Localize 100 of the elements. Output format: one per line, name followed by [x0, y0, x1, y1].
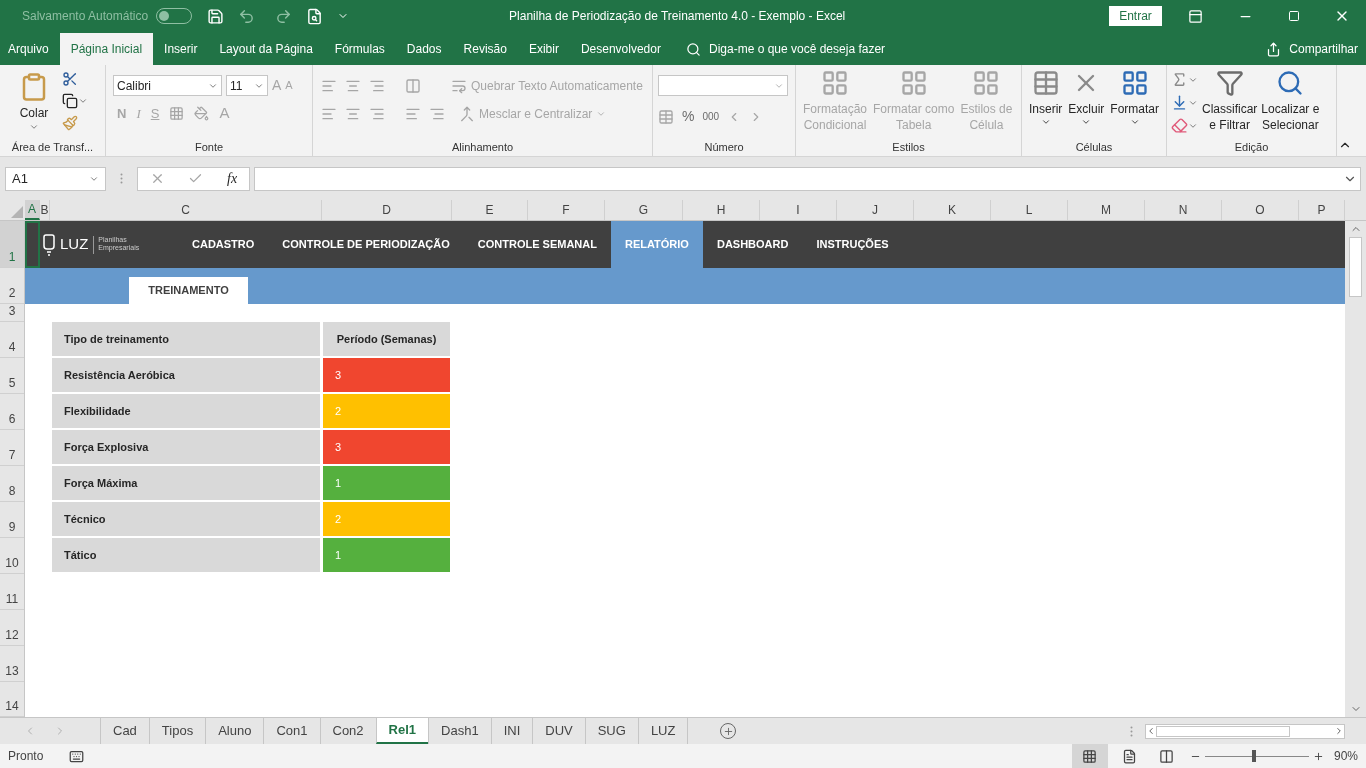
- name-box[interactable]: A1: [5, 166, 106, 191]
- sign-in-button[interactable]: Entrar: [1109, 6, 1162, 26]
- scrollbar-thumb[interactable]: [1349, 237, 1362, 297]
- ribbon-tab[interactable]: Fórmulas: [323, 33, 396, 65]
- insert-function-button[interactable]: fx: [227, 168, 238, 189]
- row-header[interactable]: 7: [0, 430, 24, 466]
- ribbon-tab[interactable]: Revisão: [452, 33, 518, 65]
- cells-button[interactable]: Excluir: [1065, 69, 1108, 138]
- column-header[interactable]: O: [1222, 200, 1299, 220]
- zoom-in-icon[interactable]: [1312, 750, 1324, 762]
- row-header[interactable]: 11: [0, 574, 24, 610]
- number-format-field[interactable]: [658, 75, 788, 96]
- ribbon-tab[interactable]: Layout da Página: [208, 33, 324, 65]
- ribbon-tab[interactable]: Página Inicial: [59, 33, 154, 65]
- share-button[interactable]: Compartilhar: [1289, 40, 1358, 58]
- bottom-align-icon[interactable]: [369, 78, 385, 94]
- ribbon-tab[interactable]: Arquivo: [0, 33, 60, 65]
- ribbon-tab[interactable]: Desenvolvedor: [569, 33, 672, 65]
- undo-icon[interactable]: [238, 7, 256, 25]
- increase-indent-icon[interactable]: [429, 106, 445, 122]
- thousands-button[interactable]: 000: [702, 109, 720, 124]
- column-header[interactable]: A: [25, 200, 40, 220]
- align-left-icon[interactable]: [321, 106, 337, 122]
- column-header[interactable]: H: [683, 200, 760, 220]
- sub-tab[interactable]: TREINAMENTO: [129, 277, 248, 304]
- scroll-left-icon[interactable]: [1146, 726, 1156, 736]
- ribbon-tab[interactable]: Dados: [395, 33, 453, 65]
- column-header[interactable]: B: [40, 200, 50, 220]
- column-header[interactable]: M: [1068, 200, 1145, 220]
- row-header[interactable]: 1: [0, 221, 24, 268]
- decrease-indent-icon[interactable]: [405, 106, 421, 122]
- clear-icon[interactable]: [1171, 117, 1188, 134]
- nav-tab[interactable]: DASHBOARD: [702, 221, 803, 268]
- column-header[interactable]: E: [452, 200, 528, 220]
- merge-icon[interactable]: [459, 106, 475, 122]
- column-header[interactable]: N: [1145, 200, 1222, 220]
- sheet-tab[interactable]: Rel1: [375, 718, 429, 744]
- column-header[interactable]: K: [914, 200, 991, 220]
- vertical-scrollbar[interactable]: [1345, 221, 1366, 717]
- align-center-icon[interactable]: [345, 106, 361, 122]
- middle-align-icon[interactable]: [345, 78, 361, 94]
- page-layout-icon[interactable]: [1121, 748, 1137, 764]
- row-header[interactable]: 4: [0, 322, 24, 358]
- nav-tab[interactable]: CONTROLE SEMANAL: [463, 221, 611, 268]
- row-header[interactable]: 12: [0, 610, 24, 646]
- cut-icon[interactable]: [62, 71, 78, 87]
- column-header[interactable]: G: [605, 200, 683, 220]
- save-icon[interactable]: [207, 7, 225, 25]
- formula-field[interactable]: [254, 166, 1361, 191]
- scrollbar-thumb[interactable]: [1156, 725, 1290, 737]
- font-name-field[interactable]: Calibri: [113, 75, 222, 96]
- column-header[interactable]: C: [50, 200, 322, 220]
- row-header[interactable]: 3: [0, 304, 24, 322]
- page-break-icon[interactable]: [1158, 748, 1174, 764]
- horizontal-scrollbar[interactable]: [1145, 723, 1345, 739]
- cells-button[interactable]: Inserir: [1026, 69, 1066, 138]
- column-header[interactable]: F: [528, 200, 605, 220]
- find-select-button[interactable]: Localizar e Selecionar: [1261, 69, 1320, 138]
- borders-icon[interactable]: [169, 105, 185, 121]
- scroll-right-icon[interactable]: [1334, 726, 1344, 736]
- nav-tab[interactable]: CONTROLE DE PERIODIZAÇÃO: [268, 221, 464, 268]
- top-align-icon[interactable]: [321, 78, 337, 94]
- ribbon-tab[interactable]: Inserir: [153, 33, 209, 65]
- font-size-field[interactable]: 11: [226, 75, 268, 96]
- format-painter-icon[interactable]: [62, 115, 78, 131]
- normal-view-icon[interactable]: [1071, 744, 1108, 768]
- row-header[interactable]: 13: [0, 646, 24, 682]
- redo-icon[interactable]: [275, 7, 293, 25]
- row-header[interactable]: 10: [0, 538, 24, 574]
- print-preview-icon[interactable]: [306, 7, 324, 25]
- ribbon-display-icon[interactable]: [1188, 8, 1203, 24]
- row-header[interactable]: 5: [0, 358, 24, 394]
- nav-tab[interactable]: CADASTRO: [178, 221, 269, 268]
- sort-filter-button[interactable]: Classificar e Filtrar: [1202, 69, 1258, 138]
- column-header[interactable]: P: [1299, 200, 1345, 220]
- macro-recording-icon[interactable]: [69, 748, 85, 764]
- row-header[interactable]: 6: [0, 394, 24, 430]
- copy-icon[interactable]: [62, 93, 78, 109]
- splitter-icon[interactable]: [1130, 725, 1133, 737]
- nav-tab[interactable]: INSTRUÇÕES: [802, 221, 903, 268]
- row-header[interactable]: 9: [0, 502, 24, 538]
- ribbon-tab[interactable]: Exibir: [517, 33, 570, 65]
- column-header[interactable]: I: [760, 200, 837, 220]
- cells-button[interactable]: Formatar: [1107, 69, 1163, 138]
- selected-cell[interactable]: [25, 221, 40, 268]
- row-header[interactable]: 2: [0, 268, 24, 304]
- zoom-thumb[interactable]: [1251, 750, 1256, 762]
- column-header[interactable]: D: [322, 200, 452, 220]
- zoom-level[interactable]: 90%: [1333, 747, 1358, 765]
- row-header[interactable]: 8: [0, 466, 24, 502]
- paste-button[interactable]: Colar: [19, 104, 49, 122]
- zoom-slider[interactable]: [1204, 750, 1309, 762]
- fill-color-icon[interactable]: [194, 105, 210, 121]
- tell-me-field[interactable]: Diga-me o que você deseja fazer: [708, 40, 886, 58]
- restore-icon[interactable]: [1288, 10, 1300, 22]
- column-header[interactable]: J: [837, 200, 914, 220]
- column-header[interactable]: L: [991, 200, 1068, 220]
- percent-button[interactable]: %: [682, 106, 695, 127]
- align-right-icon[interactable]: [369, 106, 385, 122]
- fill-icon[interactable]: [1171, 94, 1188, 111]
